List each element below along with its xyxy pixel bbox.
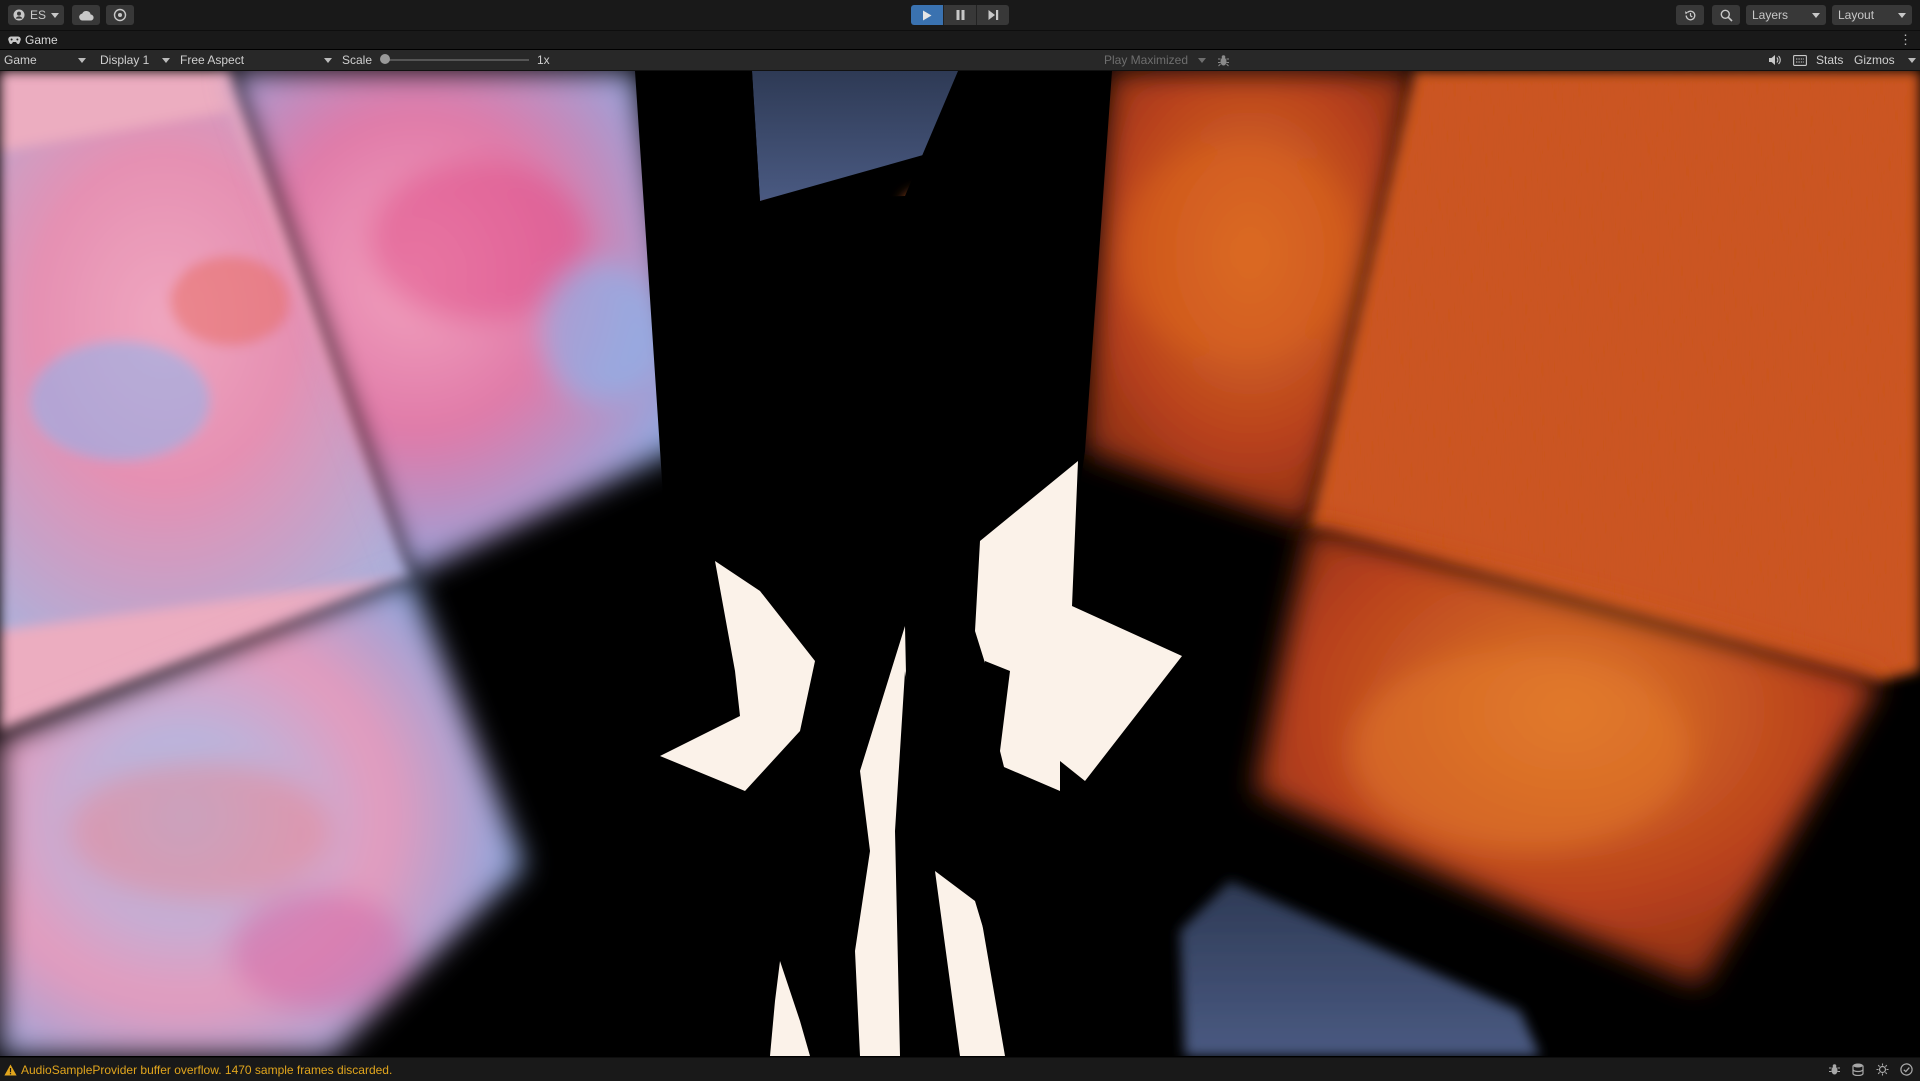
cache-server-button[interactable]: [1850, 1061, 1866, 1077]
layers-dropdown[interactable]: Layers: [1746, 5, 1826, 25]
status-message[interactable]: AudioSampleProvider buffer overflow. 147…: [21, 1063, 392, 1077]
keyboard-icon: [1793, 54, 1807, 66]
cloud-button[interactable]: [72, 5, 100, 25]
game-viewport[interactable]: [0, 71, 1920, 1056]
chevron-down-icon: [162, 57, 170, 63]
scale-label: Scale: [342, 53, 373, 67]
check-circle-icon: [1899, 1062, 1913, 1076]
view-type-label: Game: [4, 53, 37, 67]
step-button[interactable]: [977, 5, 1009, 25]
more-options-icon[interactable]: ⋮: [1899, 32, 1912, 48]
game-render: [0, 71, 1920, 1056]
aspect-label: Free Aspect: [180, 53, 245, 67]
pause-button[interactable]: [944, 5, 977, 25]
collab-button[interactable]: [106, 5, 134, 25]
chevron-down-icon: [1812, 12, 1820, 18]
play-button[interactable]: [911, 5, 944, 25]
chevron-down-icon: [78, 57, 86, 63]
step-icon: [988, 10, 998, 20]
bug-icon: [1828, 1063, 1840, 1074]
play-controls: [911, 5, 1009, 25]
play-icon: [923, 10, 932, 20]
aspect-dropdown[interactable]: Free Aspect: [176, 50, 336, 70]
tab-bar: Game ⋮: [0, 31, 1920, 49]
collab-icon: [113, 8, 127, 22]
gizmos-label: Gizmos: [1854, 53, 1895, 67]
scale-control: Scale 1x: [342, 50, 552, 70]
display-dropdown[interactable]: Display 1: [96, 50, 174, 70]
display-label: Display 1: [100, 53, 150, 67]
search-button[interactable]: [1712, 5, 1740, 25]
gizmos-dropdown[interactable]: Gizmos: [1852, 50, 1918, 70]
warning-icon: [4, 1064, 17, 1075]
account-icon: [13, 9, 25, 21]
layers-label: Layers: [1752, 8, 1789, 22]
debug-button[interactable]: [1214, 50, 1232, 70]
stats-label: Stats: [1816, 53, 1844, 67]
scale-value: 1x: [537, 53, 550, 67]
tab-game[interactable]: Game: [0, 33, 58, 47]
chevron-down-icon: [1908, 57, 1916, 63]
status-icons: [1826, 1061, 1914, 1077]
chevron-down-icon: [51, 12, 59, 18]
play-maximized-label: Play Maximized: [1104, 53, 1189, 67]
bug-icon: [1217, 54, 1229, 66]
layout-dropdown[interactable]: Layout: [1832, 5, 1912, 25]
scale-slider-handle[interactable]: [380, 54, 390, 64]
chevron-down-icon: [1198, 57, 1206, 63]
tab-game-label: Game: [25, 33, 58, 47]
cloud-icon: [79, 10, 94, 21]
view-type-dropdown[interactable]: Game: [0, 50, 90, 70]
chevron-down-icon: [1898, 12, 1906, 18]
auto-generate-lighting-button[interactable]: [1874, 1061, 1890, 1077]
lighting-icon: [1876, 1063, 1888, 1075]
status-bar[interactable]: AudioSampleProvider buffer overflow. 147…: [0, 1057, 1920, 1081]
chevron-down-icon: [324, 57, 332, 63]
pause-icon: [956, 10, 964, 20]
undo-history-button[interactable]: [1676, 5, 1704, 25]
main-toolbar: ES Layers Layout: [0, 0, 1920, 31]
speaker-icon: [1768, 55, 1781, 65]
layout-label: Layout: [1838, 8, 1875, 22]
gamepad-icon: [8, 36, 21, 44]
debug-mode-button[interactable]: [1826, 1061, 1842, 1077]
history-icon: [1684, 10, 1695, 20]
toggle-stats-overlay-button[interactable]: [1790, 50, 1810, 70]
stats-button[interactable]: Stats: [1816, 50, 1848, 70]
database-icon: [1852, 1063, 1864, 1076]
mute-audio-button[interactable]: [1764, 50, 1784, 70]
progress-button[interactable]: [1898, 1061, 1914, 1077]
play-maximized-dropdown[interactable]: Play Maximized: [1100, 50, 1210, 70]
account-label: ES: [29, 8, 46, 22]
search-icon: [1720, 9, 1733, 22]
scale-slider[interactable]: [384, 59, 529, 61]
game-view-toolbar: Game Display 1 Free Aspect Scale 1x Play…: [0, 50, 1920, 71]
account-dropdown[interactable]: ES: [8, 5, 64, 25]
